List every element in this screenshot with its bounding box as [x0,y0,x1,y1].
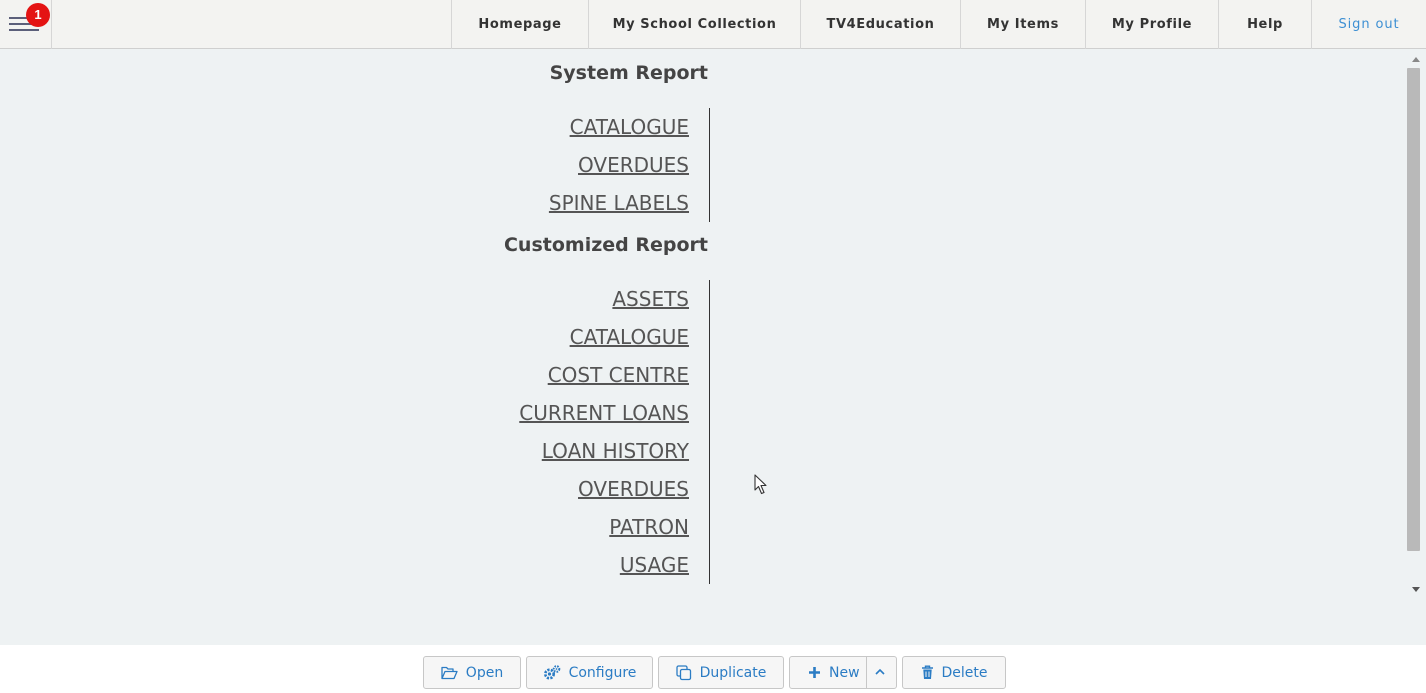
system-report-link-catalogue[interactable]: CATALOGUE [470,108,689,146]
customized-report-link-current-loans[interactable]: CURRENT LOANS [470,394,689,432]
duplicate-button-label: Duplicate [699,664,767,681]
nav-my-school-collection[interactable]: My School Collection [588,0,800,49]
folder-open-icon [441,666,458,679]
system-report-link-spine-labels[interactable]: SPINE LABELS [470,184,689,222]
scroll-up-arrow-icon[interactable] [1412,57,1420,62]
copy-icon [675,664,691,680]
notification-badge[interactable]: 1 [26,3,50,27]
new-button-label: New [829,664,860,681]
gears-icon [543,664,560,679]
delete-button[interactable]: Delete [902,656,1006,689]
customized-report-link-loan-history[interactable]: LOAN HISTORY [470,432,689,470]
system-report-link-overdues[interactable]: OVERDUES [470,146,689,184]
duplicate-button[interactable]: Duplicate [658,656,784,689]
mouse-cursor-icon [754,474,767,495]
new-button[interactable]: New [789,656,897,689]
report-menu: System Report CATALOGUE OVERDUES SPINE L… [0,49,1426,645]
delete-button-label: Delete [941,664,988,681]
top-navigation-bar: 1 Homepage My School Collection TV4Educa… [0,0,1426,49]
nav-sign-out[interactable]: Sign out [1311,0,1426,49]
nav-tv4education[interactable]: TV4Education [800,0,960,49]
main-nav: Homepage My School Collection TV4Educati… [451,0,1426,49]
open-button[interactable]: Open [423,656,521,689]
vertical-scrollbar[interactable] [1405,49,1426,597]
nav-help[interactable]: Help [1218,0,1311,49]
customized-report-link-assets[interactable]: ASSETS [470,280,689,318]
nav-homepage[interactable]: Homepage [451,0,588,49]
customized-report-link-patron[interactable]: PATRON [470,508,689,546]
open-button-label: Open [465,664,504,681]
customized-report-title: Customized Report [503,234,708,256]
main-menu-button[interactable]: 1 [0,0,52,49]
hamburger-icon-bar [9,29,39,31]
customized-report-link-usage[interactable]: USAGE [470,546,689,584]
customized-report-link-cost-centre[interactable]: COST CENTRE [470,356,689,394]
plus-icon [809,667,820,678]
configure-button-label: Configure [568,664,637,681]
customized-report-link-catalogue[interactable]: CATALOGUE [470,318,689,356]
customized-report-list: ASSETS CATALOGUE COST CENTRE CURRENT LOA… [470,280,710,584]
chevron-up-icon[interactable] [874,665,886,679]
action-toolbar: Open Configure Duplicate New Delete [0,645,1426,693]
new-button-divider [866,657,867,688]
configure-button[interactable]: Configure [526,656,653,689]
customized-report-link-overdues[interactable]: OVERDUES [470,470,689,508]
scrollbar-thumb[interactable] [1407,68,1420,551]
nav-my-items[interactable]: My Items [960,0,1085,49]
scroll-down-arrow-icon[interactable] [1412,587,1420,592]
system-report-title: System Report [549,62,708,84]
nav-my-profile[interactable]: My Profile [1085,0,1218,49]
system-report-list: CATALOGUE OVERDUES SPINE LABELS [470,108,710,222]
trash-icon [921,665,933,679]
